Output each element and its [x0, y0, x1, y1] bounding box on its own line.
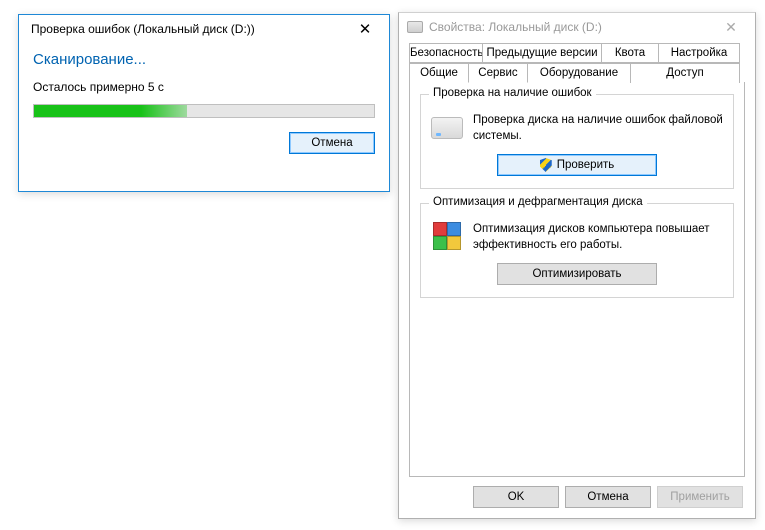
drive-icon: [407, 21, 423, 33]
group-error-check: Проверка на наличие ошибок Проверка диск…: [420, 94, 734, 189]
tab-panel-tools: Проверка на наличие ошибок Проверка диск…: [409, 82, 745, 477]
apply-button: Применить: [657, 486, 743, 508]
check-button[interactable]: Проверить: [497, 154, 657, 176]
progress-bar: [33, 104, 375, 118]
tab-security[interactable]: Безопасность: [409, 43, 483, 63]
progress-fill: [34, 105, 187, 117]
dialog-footer-buttons: OK Отмена Применить: [473, 486, 743, 508]
shield-icon: [540, 158, 552, 172]
tab-hardware[interactable]: Оборудование: [527, 63, 631, 83]
group-optimize: Оптимизация и дефрагментация диска Оптим…: [420, 203, 734, 298]
tab-general[interactable]: Общие: [409, 63, 469, 83]
optimize-button-label: Оптимизировать: [532, 268, 621, 280]
group-title-optimize: Оптимизация и дефрагментация диска: [429, 196, 647, 208]
scan-dialog: Проверка ошибок (Локальный диск (D:)) ✕ …: [18, 14, 390, 192]
ok-button[interactable]: OK: [473, 486, 559, 508]
tab-quota[interactable]: Квота: [601, 43, 659, 63]
scan-remaining: Осталось примерно 5 с: [33, 80, 375, 94]
group-title-error-check: Проверка на наличие ошибок: [429, 87, 596, 99]
close-icon[interactable]: ✕: [345, 17, 385, 41]
titlebar[interactable]: Проверка ошибок (Локальный диск (D:)) ✕: [19, 15, 389, 43]
tab-previous-versions[interactable]: Предыдущие версии: [482, 43, 602, 63]
tab-sharing[interactable]: Доступ: [630, 63, 740, 83]
tab-tools[interactable]: Сервис: [468, 63, 528, 83]
scan-status: Сканирование...: [33, 51, 375, 68]
close-icon[interactable]: ✕: [711, 15, 751, 39]
optimize-desc: Оптимизация дисков компьютера повышает э…: [473, 220, 723, 253]
tabs: Безопасность Предыдущие версии Квота Нас…: [399, 41, 755, 477]
tab-customize[interactable]: Настройка: [658, 43, 740, 63]
check-button-label: Проверить: [557, 159, 615, 171]
optimize-button[interactable]: Оптимизировать: [497, 263, 657, 285]
cancel-button[interactable]: Отмена: [289, 132, 375, 154]
drive-icon: [431, 117, 463, 139]
window-title: Свойства: Локальный диск (D:): [429, 20, 711, 34]
cancel-button[interactable]: Отмена: [565, 486, 651, 508]
window-title: Проверка ошибок (Локальный диск (D:)): [31, 22, 345, 36]
error-check-desc: Проверка диска на наличие ошибок файлово…: [473, 111, 723, 144]
properties-window: Свойства: Локальный диск (D:) ✕ Безопасн…: [398, 12, 756, 519]
defrag-icon: [431, 220, 463, 252]
titlebar[interactable]: Свойства: Локальный диск (D:) ✕: [399, 13, 755, 41]
